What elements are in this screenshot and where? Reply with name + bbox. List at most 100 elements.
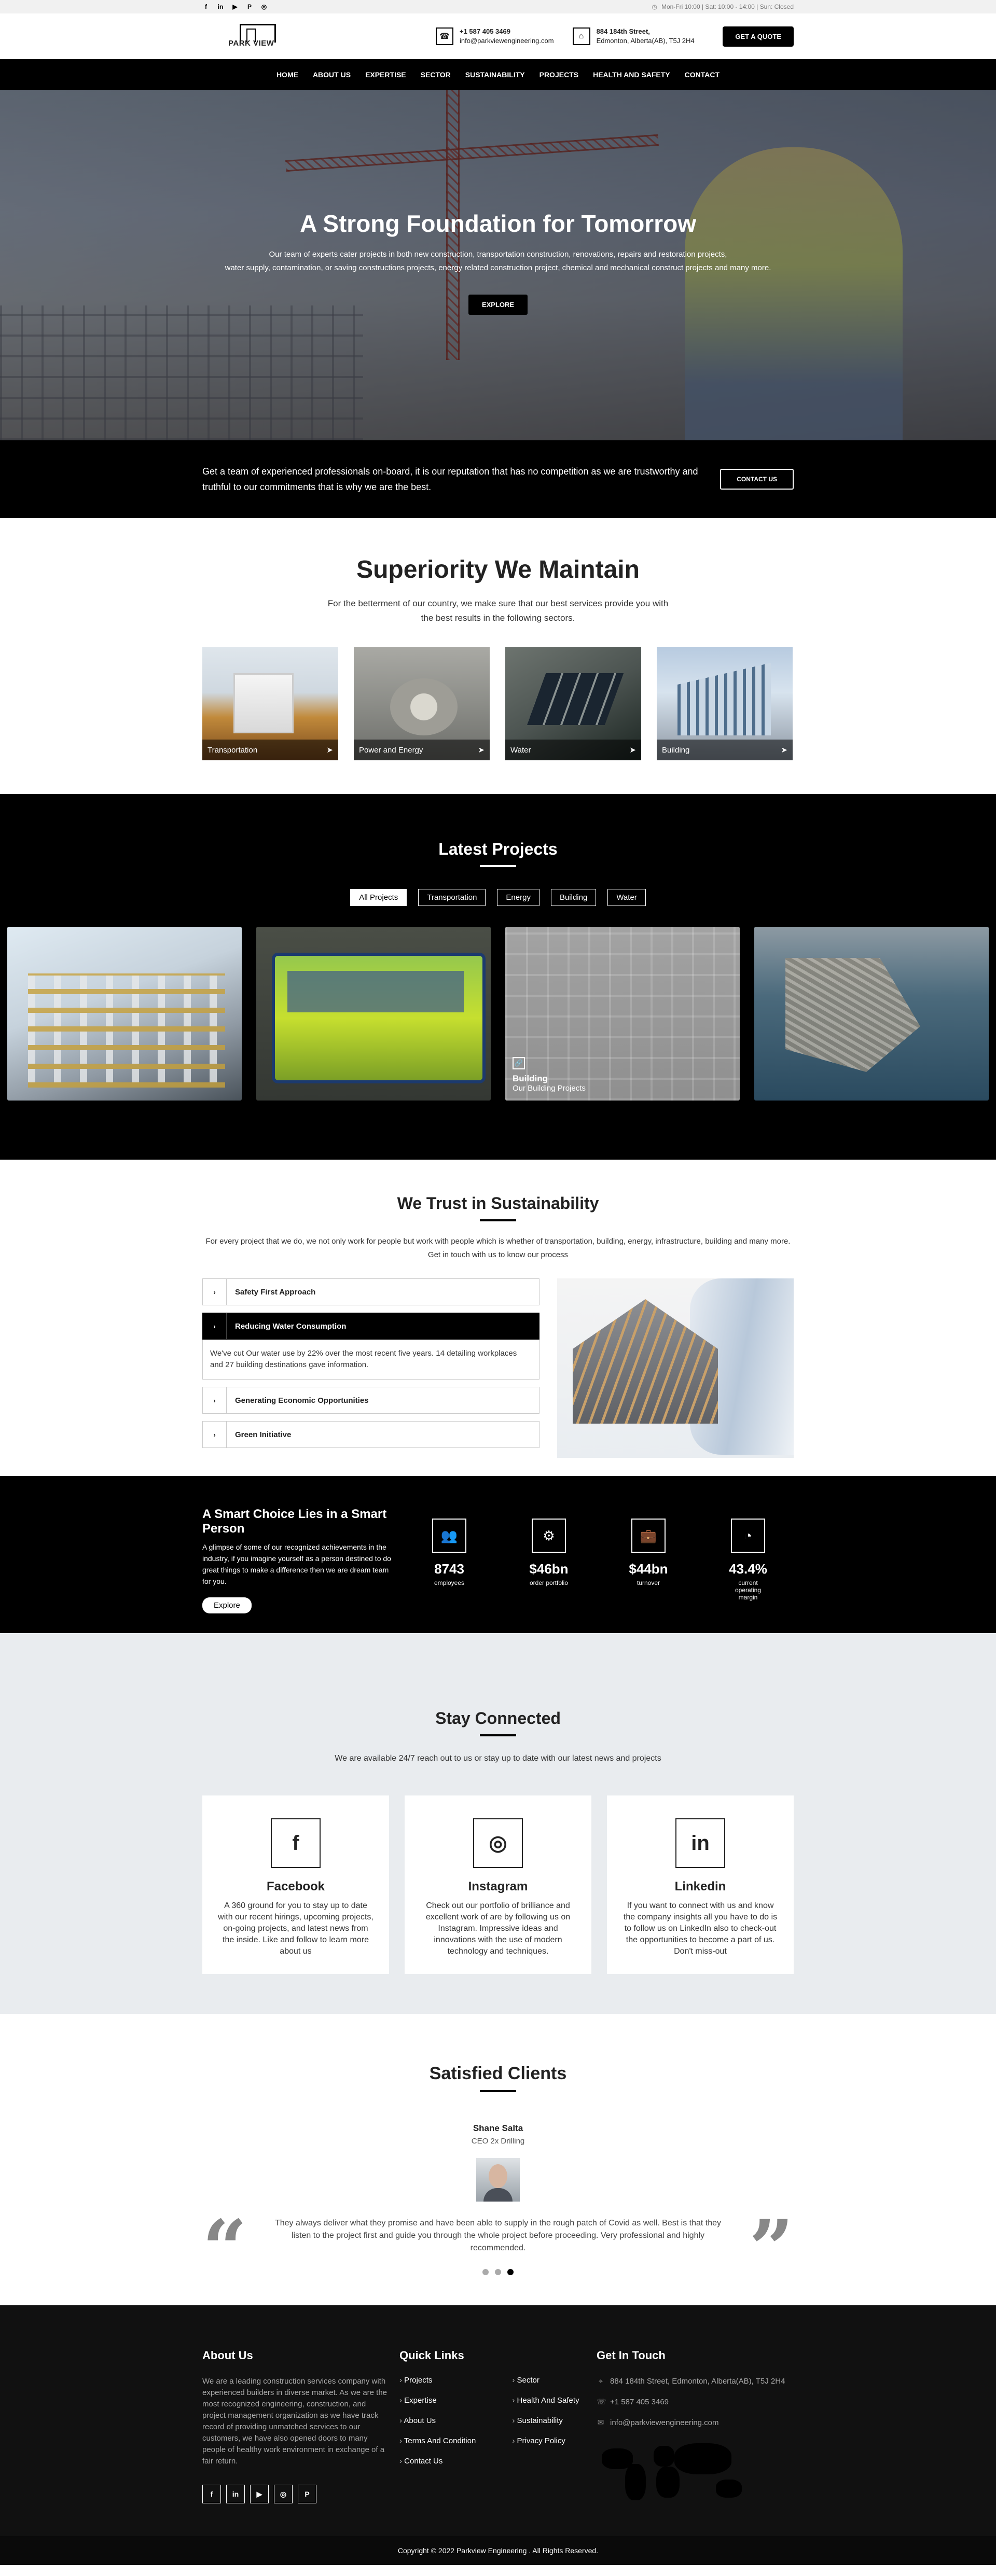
header-email[interactable]: info@parkviewengineering.com bbox=[460, 37, 554, 45]
phone-icon: ☎ bbox=[436, 27, 453, 45]
accordion-item-safety[interactable]: › Safety First Approach bbox=[202, 1278, 540, 1305]
footer-phone[interactable]: +1 587 405 3469 bbox=[610, 2397, 669, 2408]
youtube-icon[interactable]: ▶ bbox=[250, 2485, 269, 2503]
footer-link-projects[interactable]: Projects bbox=[399, 2376, 476, 2385]
nav-contact[interactable]: CONTACT bbox=[685, 71, 720, 79]
header-address-line1: 884 184th Street, bbox=[596, 27, 650, 35]
footer-link-about-us[interactable]: About Us bbox=[399, 2416, 476, 2425]
main-nav: HOME ABOUT US EXPERTISE SECTOR SUSTAINAB… bbox=[0, 59, 996, 90]
stay-connected-section: Stay Connected We are available 24/7 rea… bbox=[0, 1633, 996, 2014]
footer-address: 884 184th Street, Edmonton, Alberta(AB),… bbox=[610, 2377, 785, 2386]
accordion-item-water[interactable]: › Reducing Water Consumption bbox=[202, 1313, 540, 1340]
stay-connected-lead: We are available 24/7 reach out to us or… bbox=[335, 1754, 661, 1763]
stat-value: $44bn bbox=[629, 1561, 668, 1577]
linkedin-icon[interactable]: in bbox=[217, 3, 224, 10]
nav-about-us[interactable]: ABOUT US bbox=[313, 71, 351, 79]
hero-title: A Strong Foundation for Tomorrow bbox=[300, 210, 696, 237]
carousel-dot[interactable] bbox=[495, 2269, 501, 2275]
nav-sustainability[interactable]: SUSTAINABILITY bbox=[465, 71, 525, 79]
superiority-lead: For the betterment of our country, we ma… bbox=[327, 598, 669, 623]
achievements-explore-button[interactable]: Explore bbox=[202, 1597, 252, 1613]
facebook-icon[interactable]: f bbox=[271, 1818, 321, 1868]
location-icon: ⌂ bbox=[572, 27, 590, 45]
sustainability-lead: For every project that we do, we not onl… bbox=[205, 1237, 791, 1259]
filter-water[interactable]: Water bbox=[607, 889, 646, 906]
footer-link-health-safety[interactable]: Health And Safety bbox=[512, 2396, 579, 2405]
chevron-right-icon: › bbox=[203, 1387, 227, 1413]
linkedin-card[interactable]: in Linkedin If you want to connect with … bbox=[607, 1795, 794, 1974]
stat-value: 43.4% bbox=[729, 1561, 767, 1577]
filter-all-projects[interactable]: All Projects bbox=[350, 889, 407, 906]
project-card-building[interactable]: 🔗 Building Our Building Projects bbox=[505, 927, 740, 1101]
latest-projects-section: Latest Projects All Projects Transportat… bbox=[0, 794, 996, 1160]
carousel-dot-active[interactable] bbox=[507, 2269, 514, 2275]
top-social-links: f in ▶ P ◎ bbox=[202, 3, 268, 10]
contact-us-button[interactable]: CONTACT US bbox=[720, 469, 794, 490]
close-quote-icon: ” bbox=[749, 2203, 794, 2294]
footer-link-contact-us[interactable]: Contact Us bbox=[399, 2457, 476, 2466]
copyright-text: Copyright © 2022 Parkview Engineering . … bbox=[397, 2546, 599, 2555]
linkedin-icon[interactable]: in bbox=[675, 1818, 725, 1868]
instagram-icon[interactable]: ◎ bbox=[473, 1818, 523, 1868]
nav-projects[interactable]: PROJECTS bbox=[540, 71, 578, 79]
carousel-dot[interactable] bbox=[482, 2269, 489, 2275]
filter-building[interactable]: Building bbox=[550, 889, 597, 906]
chevron-right-icon: › bbox=[203, 1422, 227, 1447]
header-address-line2: Edmonton, Alberta(AB), T5J 2H4 bbox=[596, 37, 695, 45]
sector-card-water[interactable]: Water ➤ bbox=[505, 647, 641, 760]
sector-card-building[interactable]: Building ➤ bbox=[657, 647, 793, 760]
accordion-item-green[interactable]: › Green Initiative bbox=[202, 1421, 540, 1448]
nav-sector[interactable]: SECTOR bbox=[421, 71, 451, 79]
footer-link-sector[interactable]: Sector bbox=[512, 2376, 579, 2385]
get-a-quote-button[interactable]: GET A QUOTE bbox=[723, 26, 794, 47]
footer-link-terms[interactable]: Terms And Condition bbox=[399, 2436, 476, 2445]
instagram-icon[interactable]: ◎ bbox=[274, 2485, 293, 2503]
project-card-energy-plant[interactable] bbox=[7, 927, 242, 1101]
footer-link-privacy[interactable]: Privacy Policy bbox=[512, 2436, 579, 2445]
stay-connected-title: Stay Connected bbox=[435, 1709, 561, 1728]
footer-link-sustainability[interactable]: Sustainability bbox=[512, 2416, 579, 2425]
footer-link-expertise[interactable]: Expertise bbox=[399, 2396, 476, 2405]
stat-label: current operating margin bbox=[735, 1579, 762, 1601]
hero-explore-button[interactable]: EXPLORE bbox=[468, 295, 528, 315]
card-title: Instagram bbox=[468, 1879, 528, 1893]
arrow-right-icon: ➤ bbox=[781, 746, 787, 755]
accordion-item-economic[interactable]: › Generating Economic Opportunities bbox=[202, 1387, 540, 1414]
header-phone[interactable]: +1 587 405 3469 bbox=[460, 27, 554, 36]
nav-home[interactable]: HOME bbox=[276, 71, 298, 79]
filter-energy[interactable]: Energy bbox=[497, 889, 540, 906]
carousel-dots bbox=[0, 2269, 996, 2275]
pinterest-icon[interactable]: P bbox=[246, 3, 253, 10]
instagram-card[interactable]: ◎ Instagram Check out our portfolio of b… bbox=[405, 1795, 591, 1974]
clock-icon: ◷ bbox=[652, 3, 657, 10]
phone-icon: ☏ bbox=[597, 2398, 606, 2406]
project-card-port[interactable] bbox=[754, 927, 989, 1101]
stat-operating-margin: ◔ 43.4% current operating margin bbox=[727, 1519, 769, 1601]
hero-text-line2: water supply, contamination, or saving c… bbox=[225, 263, 771, 272]
title-underline bbox=[480, 865, 516, 867]
linkedin-icon[interactable]: in bbox=[226, 2485, 245, 2503]
sector-card-power-energy[interactable]: Power and Energy ➤ bbox=[354, 647, 490, 760]
company-logo[interactable]: PARK VIEW bbox=[228, 21, 290, 52]
nav-expertise[interactable]: EXPERTISE bbox=[365, 71, 406, 79]
world-map-image bbox=[597, 2438, 752, 2511]
nav-health-and-safety[interactable]: HEALTH AND SAFETY bbox=[593, 71, 670, 79]
link-icon[interactable]: 🔗 bbox=[513, 1057, 525, 1069]
instagram-icon[interactable]: ◎ bbox=[260, 3, 268, 10]
project-card-bus[interactable] bbox=[256, 927, 491, 1101]
facebook-icon[interactable]: f bbox=[202, 2485, 221, 2503]
chart-icon: ◔ bbox=[731, 1519, 765, 1553]
youtube-icon[interactable]: ▶ bbox=[231, 3, 239, 10]
pinterest-icon[interactable]: P bbox=[298, 2485, 316, 2503]
filter-transportation[interactable]: Transportation bbox=[418, 889, 486, 906]
arrow-right-icon: ➤ bbox=[629, 746, 636, 755]
sector-card-transportation[interactable]: Transportation ➤ bbox=[202, 647, 338, 760]
location-icon: ⌖ bbox=[598, 2377, 603, 2386]
sector-label: Building bbox=[662, 745, 690, 755]
cta-band: Get a team of experienced professionals … bbox=[0, 440, 996, 518]
facebook-card[interactable]: f Facebook A 360 ground for you to stay … bbox=[202, 1795, 389, 1974]
footer-email[interactable]: info@parkviewengineering.com bbox=[610, 2417, 719, 2429]
facebook-icon[interactable]: f bbox=[202, 3, 210, 10]
superiority-section: Superiority We Maintain For the betterme… bbox=[0, 518, 996, 794]
team-icon: 👥 bbox=[432, 1519, 466, 1553]
